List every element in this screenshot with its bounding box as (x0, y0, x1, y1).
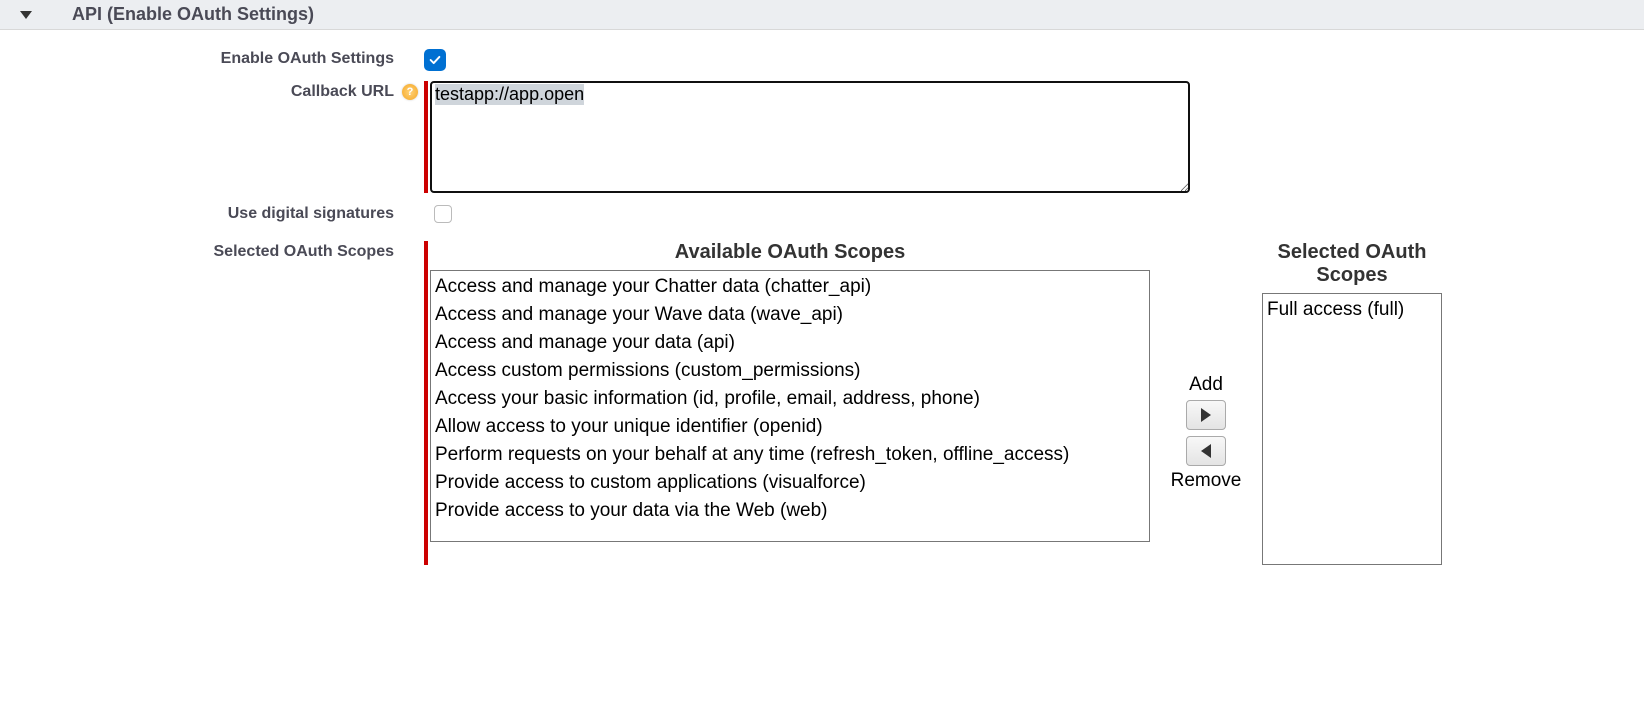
enable-oauth-checkbox[interactable] (424, 49, 446, 71)
selected-scopes-heading: Selected OAuth Scopes (1262, 241, 1442, 287)
row-callback-url: Callback URL ? (0, 81, 1644, 193)
digital-signatures-checkbox[interactable] (434, 205, 452, 223)
scope-add-remove-controls: Add Remove (1162, 241, 1250, 565)
remove-label: Remove (1171, 470, 1242, 492)
row-enable-oauth: Enable OAuth Settings (0, 48, 1644, 71)
arrow-right-icon (1201, 408, 1211, 422)
row-digital-signatures: Use digital signatures (0, 203, 1644, 223)
help-icon[interactable]: ? (402, 84, 418, 100)
form-body: Enable OAuth Settings Callback URL ? Use… (0, 30, 1644, 599)
list-item[interactable]: Access your basic information (id, profi… (435, 385, 1145, 413)
label-digital-signatures: Use digital signatures (0, 203, 400, 223)
callback-url-input[interactable] (430, 81, 1190, 193)
label-selected-scopes: Selected OAuth Scopes (0, 241, 400, 261)
row-oauth-scopes: Selected OAuth Scopes Available OAuth Sc… (0, 241, 1644, 565)
list-item[interactable]: Full access (full) (1267, 296, 1437, 324)
selected-scopes-listbox[interactable]: Full access (full) (1262, 293, 1442, 565)
add-scope-button[interactable] (1186, 400, 1226, 430)
required-bar-scopes (424, 241, 428, 565)
available-scopes-listbox[interactable]: Access and manage your Chatter data (cha… (430, 270, 1150, 542)
list-item[interactable]: Access and manage your Chatter data (cha… (435, 273, 1145, 301)
remove-scope-button[interactable] (1186, 436, 1226, 466)
available-scopes-column: Available OAuth Scopes Access and manage… (430, 241, 1150, 565)
label-callback-url: Callback URL (0, 81, 400, 101)
list-item[interactable]: Provide access to your data via the Web … (435, 497, 1145, 525)
section-title: API (Enable OAuth Settings) (72, 4, 314, 25)
label-enable-oauth: Enable OAuth Settings (0, 48, 400, 68)
checkmark-icon (428, 53, 442, 67)
list-item[interactable]: Perform requests on your behalf at any t… (435, 441, 1145, 469)
list-item[interactable]: Access custom permissions (custom_permis… (435, 357, 1145, 385)
disclosure-triangle-icon[interactable] (20, 11, 32, 19)
section-header: API (Enable OAuth Settings) (0, 0, 1644, 30)
add-label: Add (1189, 374, 1223, 396)
arrow-left-icon (1201, 444, 1211, 458)
list-item[interactable]: Provide access to custom applications (v… (435, 469, 1145, 497)
selected-scopes-column: Selected OAuth Scopes Full access (full) (1262, 241, 1442, 565)
scopes-picklist: Available OAuth Scopes Access and manage… (430, 241, 1442, 565)
list-item[interactable]: Allow access to your unique identifier (… (435, 413, 1145, 441)
list-item[interactable]: Access and manage your Wave data (wave_a… (435, 301, 1145, 329)
list-item[interactable]: Access and manage your data (api) (435, 329, 1145, 357)
required-bar (424, 81, 428, 193)
available-scopes-heading: Available OAuth Scopes (430, 241, 1150, 264)
